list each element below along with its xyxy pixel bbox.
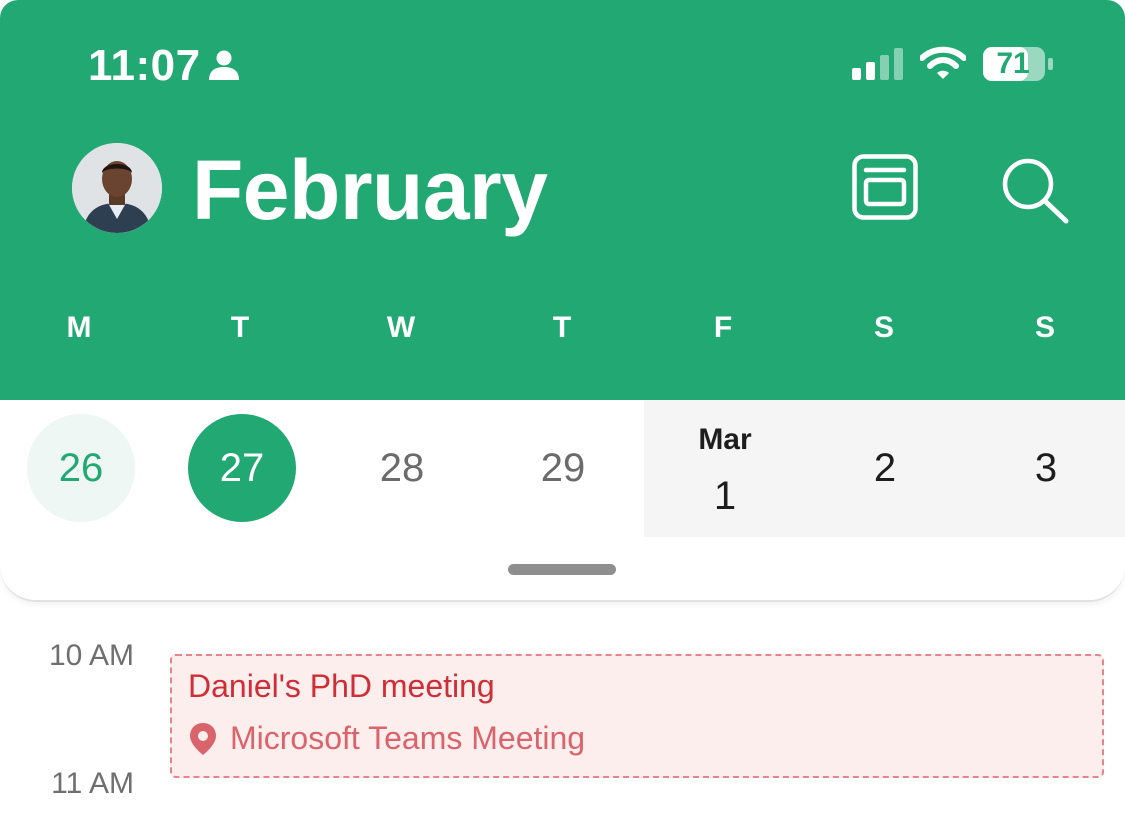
avatar[interactable] <box>72 143 162 233</box>
event-title: Daniel's PhD meeting <box>188 668 495 704</box>
status-time: 11:07 <box>88 41 201 90</box>
signal-icon <box>852 48 903 80</box>
day-29[interactable]: 29 <box>509 414 617 522</box>
time-label-11am: 11 AM <box>51 767 134 800</box>
day-mar-3[interactable]: 3 <box>992 414 1100 522</box>
location-pin-icon <box>190 723 216 755</box>
battery-level: 71 <box>996 47 1030 80</box>
drag-handle[interactable] <box>508 564 616 575</box>
day-27-selected[interactable]: 27 <box>188 414 296 522</box>
weekday-sat: S <box>873 311 894 344</box>
month-title[interactable]: February <box>192 142 548 238</box>
weekday-mon: M <box>66 311 92 344</box>
date-strip: 26 27 28 29 Mar 1 2 3 <box>0 400 1125 602</box>
day-28[interactable]: 28 <box>348 414 456 522</box>
day-month-label: Mar <box>698 423 752 456</box>
battery-indicator: 71 <box>982 46 1054 82</box>
weekday-row: M T W T F S S <box>0 300 1125 356</box>
event-location: Microsoft Teams Meeting <box>230 720 586 756</box>
avatar-image <box>72 143 162 233</box>
weekday-wed: W <box>386 311 416 344</box>
day-number: 1 <box>713 474 737 518</box>
weekday-fri: F <box>713 311 733 344</box>
search-icon[interactable] <box>1000 156 1070 224</box>
person-icon <box>209 50 239 80</box>
day-mar-2[interactable]: 2 <box>831 414 939 522</box>
wifi-icon <box>920 46 966 79</box>
day-view-icon[interactable] <box>852 154 918 220</box>
event-card[interactable]: Daniel's PhD meeting Microsoft Teams Mee… <box>170 654 1104 778</box>
day-26[interactable]: 26 <box>27 414 135 522</box>
calendar-screen: 11:07 71 February M T W T F S S 26 27 28… <box>0 0 1125 826</box>
time-label-10am: 10 AM <box>48 639 134 672</box>
calendar-header: 11:07 71 February M T W T F S S <box>0 0 1125 400</box>
weekday-thu: T <box>552 311 572 344</box>
weekday-sun: S <box>1034 311 1055 344</box>
weekday-tue: T <box>230 311 250 344</box>
